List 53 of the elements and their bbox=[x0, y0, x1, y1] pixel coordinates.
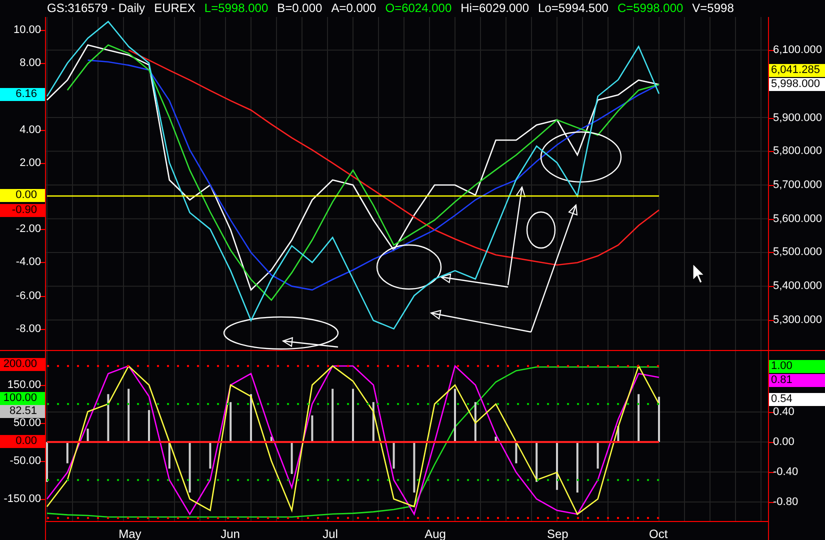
axis-tick-label: 5,400.000 bbox=[773, 280, 822, 294]
quote-field: C=5998.000 bbox=[617, 0, 684, 17]
axis-tick-label: -0.40 bbox=[773, 466, 798, 479]
axis-tick-label: 2.00 bbox=[20, 156, 41, 170]
axis-tick-label: -4.00 bbox=[16, 256, 41, 270]
value-tag: 100.00 bbox=[0, 392, 45, 405]
axis-tick-label: 0.00 bbox=[773, 436, 794, 449]
value-tag: 200.00 bbox=[0, 358, 45, 371]
annotation-ellipse bbox=[376, 244, 442, 290]
axis-tick-label: 5,700.000 bbox=[773, 179, 822, 192]
axis-tick-label: 50.00 bbox=[13, 417, 41, 430]
axis-tick-label: 0.40 bbox=[773, 406, 794, 419]
value-tag: 5,998.000 bbox=[769, 78, 825, 91]
value-tag: 0.54 bbox=[769, 393, 825, 406]
quote-field: O=6024.000 bbox=[385, 0, 452, 17]
axis-tick-label: -150.00 bbox=[4, 492, 41, 506]
quote-field: GS:316579 - Daily bbox=[47, 0, 146, 17]
axis-tick-label: 6,100.000 bbox=[773, 44, 822, 58]
value-tag: 6,041.285 bbox=[769, 64, 825, 77]
value-tag: 0.00 bbox=[0, 435, 45, 448]
mouse-cursor-icon bbox=[692, 263, 705, 284]
quote-field: Hi=6029.000 bbox=[460, 0, 530, 17]
axis-tick-label: 5,300.000 bbox=[773, 314, 822, 327]
axis-tick-label: 10.00 bbox=[13, 24, 41, 37]
month-label: Jul bbox=[322, 526, 338, 540]
quote-field: Lo=5994.500 bbox=[538, 0, 608, 17]
annotation-ellipse bbox=[526, 211, 556, 249]
axis-tick-label: 5,600.000 bbox=[773, 212, 822, 226]
axis-tick-label: -2.00 bbox=[16, 223, 41, 236]
axis-tick-label: -0.80 bbox=[773, 496, 798, 510]
value-tag: -0.90 bbox=[0, 204, 45, 217]
value-tag: 0.00 bbox=[0, 189, 45, 202]
axis-tick-label: 5,500.000 bbox=[773, 246, 822, 260]
axis-tick-label: 4.00 bbox=[20, 124, 41, 137]
annotation-arrow bbox=[282, 337, 338, 348]
quote-field: B=0.000 bbox=[277, 0, 322, 17]
axis-tick-label: -50.00 bbox=[10, 455, 41, 468]
month-label: Jun bbox=[220, 526, 240, 540]
value-tag: 0.81 bbox=[769, 374, 825, 387]
axis-tick-label: 5,800.000 bbox=[773, 145, 822, 158]
axis-tick-label: -6.00 bbox=[16, 290, 41, 303]
value-tag: 6.16 bbox=[0, 88, 45, 101]
quote-field: V=5998 bbox=[692, 0, 734, 17]
month-label: Oct bbox=[649, 526, 668, 540]
axis-tick-label: 8.00 bbox=[20, 57, 41, 70]
axis-tick-label: -8.00 bbox=[16, 322, 41, 336]
quote-field: A=0.000 bbox=[331, 0, 376, 17]
quote-field: L=5998.000 bbox=[204, 0, 268, 17]
value-tag: 1.00 bbox=[769, 360, 825, 373]
axis-tick-label: 150.00 bbox=[7, 379, 41, 392]
axis-tick-label: 5,900.000 bbox=[773, 112, 822, 125]
quote-field: EUREX bbox=[154, 0, 196, 17]
value-tag: 82.51 bbox=[0, 405, 45, 418]
